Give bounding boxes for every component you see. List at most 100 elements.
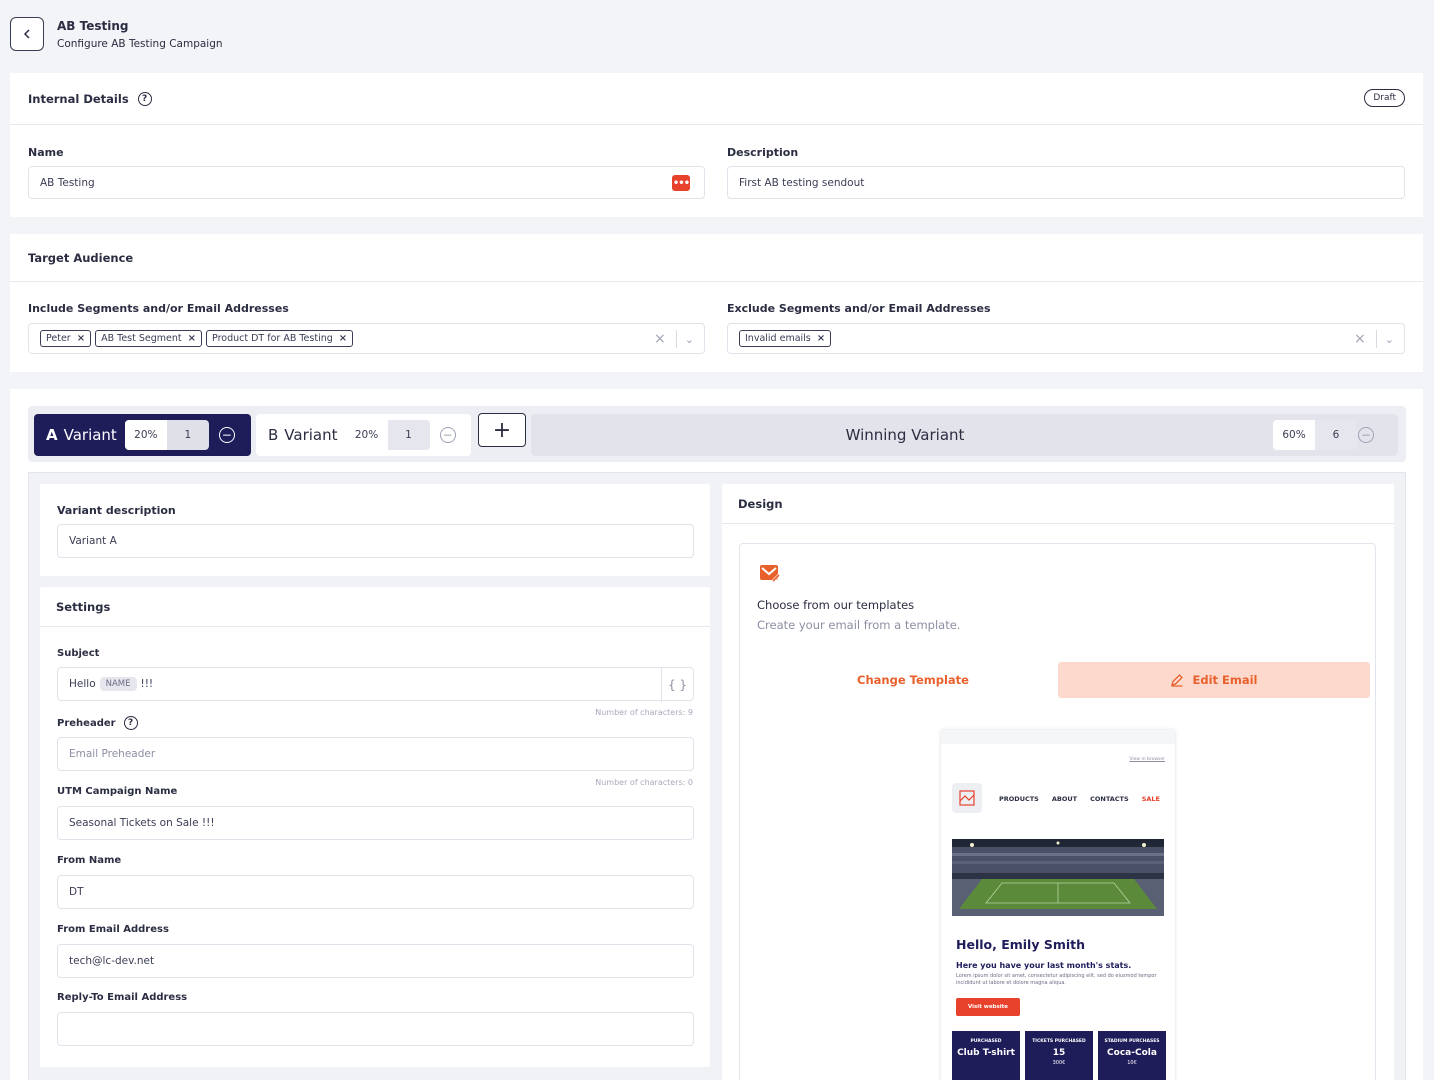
variant-count: 1: [184, 429, 192, 441]
back-button[interactable]: [10, 17, 44, 51]
internal-details-header: Internal Details ?: [10, 73, 1423, 125]
page-title: AB Testing: [57, 19, 129, 33]
preheader-label: Preheader ?: [57, 716, 138, 730]
tab-variant-b[interactable]: B Variant 20% 1 −: [256, 414, 471, 456]
segment-chip[interactable]: Invalid emails ×: [739, 330, 832, 347]
remove-variant-icon[interactable]: −: [1358, 427, 1374, 443]
remove-variant-icon[interactable]: −: [439, 427, 456, 443]
remove-icon[interactable]: ×: [817, 333, 825, 344]
variant-letter: A: [46, 426, 58, 444]
include-label: Include Segments and/or Email Addresses: [28, 302, 289, 315]
clear-icon[interactable]: ×: [1354, 331, 1366, 347]
include-select[interactable]: Peter × AB Test Segment × Product DT for A…: [28, 323, 705, 354]
status-badge: Draft: [1364, 89, 1405, 107]
divider: [1375, 330, 1377, 348]
nav-products: PRODUCTS: [999, 795, 1039, 803]
email-template-icon: [760, 565, 781, 583]
preheader-placeholder: Email Preheader: [69, 748, 156, 760]
subject-char-count: Number of characters: 9: [595, 708, 693, 717]
remove-icon[interactable]: ×: [339, 333, 347, 344]
settings-title: Settings: [56, 599, 111, 614]
personalization-tag[interactable]: NAME: [99, 677, 137, 691]
variant-split[interactable]: 20% 1: [124, 420, 209, 450]
add-variant-button[interactable]: +: [478, 413, 526, 447]
segment-chip[interactable]: Peter ×: [40, 330, 92, 347]
variant-count: 1: [405, 429, 412, 441]
chevron-left-icon: [23, 29, 30, 39]
design-title: Design: [738, 496, 783, 511]
variant-name: Variant: [63, 426, 117, 444]
edit-email-label: Edit Email: [1192, 673, 1258, 687]
page-header: AB Testing Configure AB Testing Campaign: [0, 0, 1434, 70]
clear-icon[interactable]: ×: [654, 331, 666, 347]
stadium-image: [952, 839, 1164, 916]
utm-input[interactable]: Seasonal Tickets on Sale !!!: [57, 806, 694, 840]
subject-label: Subject: [57, 648, 100, 659]
help-icon[interactable]: ?: [137, 91, 152, 106]
from-name-label: From Name: [57, 855, 122, 866]
winning-variant-label: Winning Variant: [845, 426, 965, 444]
remove-icon[interactable]: ×: [188, 333, 196, 344]
settings-card: Settings Subject Hello NAME !!! { } Numb…: [40, 587, 710, 1067]
nav-about: ABOUT: [1051, 795, 1078, 803]
subject-suffix: !!!: [140, 678, 154, 690]
segment-chip[interactable]: AB Test Segment ×: [95, 330, 203, 347]
preview-stats-heading: Here you have your last month's stats.: [956, 961, 1132, 970]
more-options-icon[interactable]: •••: [672, 175, 690, 191]
page-subtitle: Configure AB Testing Campaign: [57, 38, 223, 50]
chevron-down-icon[interactable]: ⌄: [1385, 333, 1394, 346]
remove-icon[interactable]: ×: [77, 333, 85, 344]
chevron-down-icon[interactable]: ⌄: [685, 333, 694, 346]
internal-details-title: Internal Details: [28, 91, 129, 106]
subject-input[interactable]: Hello NAME !!! { }: [57, 667, 694, 702]
description-input[interactable]: First AB testing sendout: [727, 166, 1405, 199]
stat-card: TICKETS PURCHASED 15 300€: [1025, 1031, 1093, 1080]
select-controls: × ⌄: [1354, 324, 1404, 354]
winner-split[interactable]: 60% 6: [1273, 420, 1357, 450]
reply-to-label: Reply-To Email Address: [57, 992, 188, 1003]
stat-card: PURCHASED Club T-shirt: [952, 1031, 1020, 1080]
utm-value: Seasonal Tickets on Sale !!!: [69, 817, 215, 829]
winner-percent: 60%: [1273, 420, 1315, 450]
description-value: First AB testing sendout: [739, 176, 865, 189]
subject-prefix: Hello: [69, 678, 96, 690]
name-input[interactable]: AB Testing •••: [28, 166, 705, 199]
remove-variant-icon[interactable]: −: [218, 427, 235, 443]
segment-chip[interactable]: Product DT for AB Testing ×: [206, 330, 354, 347]
variant-name: Variant: [284, 426, 338, 444]
winner-count: 6: [1332, 429, 1340, 441]
target-audience-title: Target Audience: [28, 250, 134, 265]
stat-card: STADIUM PURCHASES Coca-Cola 10€: [1098, 1031, 1166, 1080]
utm-label: UTM Campaign Name: [57, 786, 178, 797]
preview-body-text: Lorem ipsum dolor sit amet, consectetur …: [956, 973, 1157, 987]
from-email-input[interactable]: tech@lc-dev.net: [57, 944, 694, 978]
pencil-icon: [1171, 674, 1184, 687]
edit-email-button[interactable]: Edit Email: [1058, 662, 1370, 698]
help-icon[interactable]: ?: [123, 716, 138, 730]
variant-description-label: Variant description: [57, 504, 176, 517]
preheader-input[interactable]: Email Preheader: [57, 737, 694, 771]
winning-variant[interactable]: Winning Variant 60% 6 −: [531, 414, 1398, 456]
template-title: Choose from our templates: [757, 598, 915, 612]
divider: [675, 330, 677, 348]
exclude-select[interactable]: Invalid emails × × ⌄: [727, 323, 1405, 354]
variant-description-value: Variant A: [69, 535, 117, 547]
preview-topbar: [941, 730, 1175, 744]
nav-sale: SALE: [1141, 795, 1160, 803]
variant-letter: B: [268, 426, 279, 444]
variant-description-input[interactable]: Variant A: [57, 524, 694, 558]
name-label: Name: [28, 146, 64, 159]
from-name-input[interactable]: DT: [57, 875, 694, 909]
tab-variant-a[interactable]: A Variant 20% 1 −: [34, 414, 251, 456]
image-icon: [959, 790, 975, 806]
internal-details-card: Internal Details ? Draft Name AB Testing…: [10, 73, 1423, 217]
variant-split[interactable]: 20% 1: [345, 420, 430, 450]
nav-contacts: CONTACTS: [1090, 795, 1129, 803]
change-template-button[interactable]: Change Template: [758, 662, 1068, 698]
settings-header: Settings: [40, 587, 710, 627]
preview-greeting: Hello, Emily Smith: [956, 937, 1086, 952]
personalization-icon[interactable]: { }: [661, 668, 693, 702]
email-preview[interactable]: View in browser PRODUCTS ABOUT CONTACTS …: [941, 730, 1175, 1080]
view-in-browser-link: View in browser: [1129, 757, 1165, 762]
reply-to-input[interactable]: [57, 1012, 694, 1046]
